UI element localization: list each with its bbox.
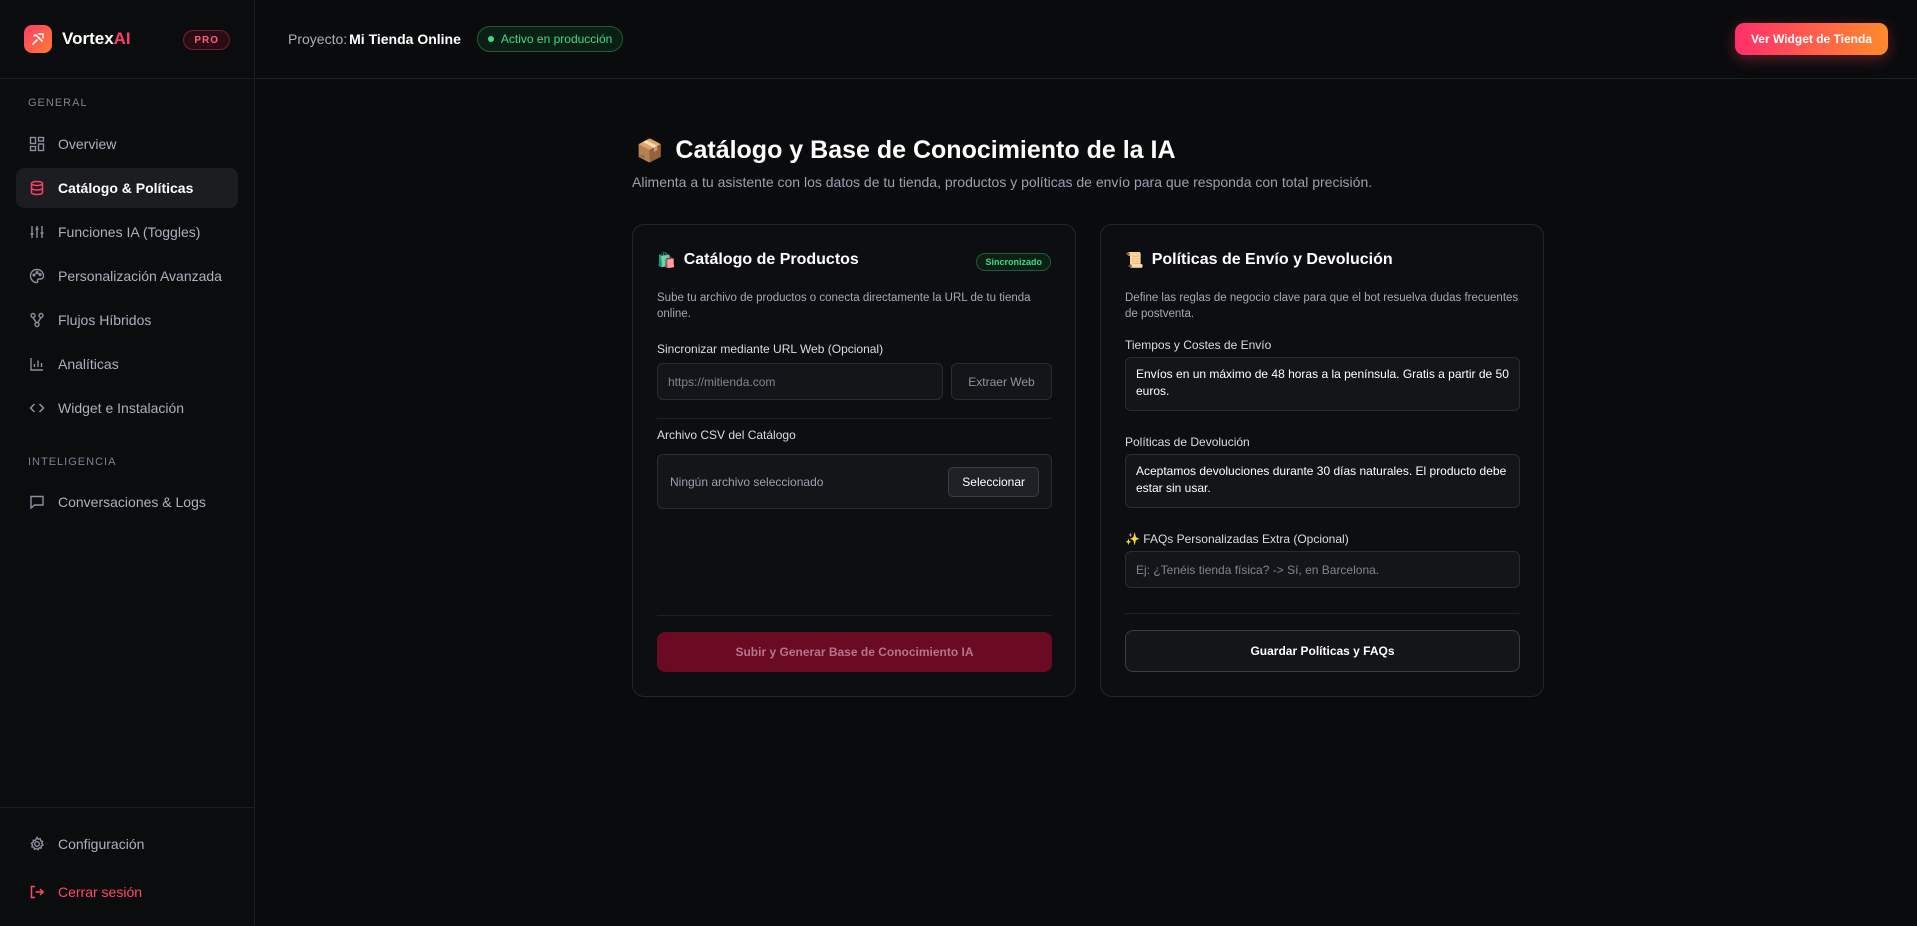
brand-name: VortexAI: [62, 29, 131, 49]
divider: [1125, 613, 1519, 614]
catalog-description: Sube tu archivo de productos o conecta d…: [657, 292, 1031, 320]
faq-input[interactable]: Ej: ¿Tenéis tienda física? -> Sí, en Bar…: [1125, 551, 1520, 588]
palette-icon: [28, 267, 46, 285]
sidebar-item-label: Flujos Híbridos: [58, 312, 152, 328]
logout-button[interactable]: Cerrar sesión: [16, 872, 238, 912]
catalog-title-text: Catálogo de Productos: [683, 251, 859, 268]
status-badge: Activo en producción: [476, 26, 624, 52]
upload-generate-button[interactable]: Subir y Generar Base de Conocimiento IA: [657, 632, 1052, 672]
flow-icon: [28, 311, 46, 329]
page-title: 📦 Catálogo y Base de Conocimiento de la …: [636, 136, 1176, 165]
grid-icon: [28, 135, 46, 153]
plan-badge: PRO: [183, 30, 230, 50]
sidebar-item-label: Widget e Instalación: [58, 400, 185, 416]
sidebar-item-settings[interactable]: Configuración: [16, 824, 238, 864]
status-text: Activo en producción: [500, 32, 613, 46]
url-field-label: Sincronizar mediante URL Web (Opcional): [657, 342, 884, 356]
divider: [657, 418, 1051, 419]
sidebar: VortexAI PRO GENERAL Overview Catálogo &…: [0, 0, 255, 926]
bar-chart-icon: [28, 355, 46, 373]
package-icon: 📦: [636, 137, 664, 163]
sidebar-item-widget[interactable]: Widget e Instalación: [16, 388, 238, 428]
shipping-textarea[interactable]: Envíos en un máximo de 48 horas a la pen…: [1125, 357, 1520, 411]
gear-icon: [28, 835, 46, 853]
sidebar-item-ai-functions[interactable]: Funciones IA (Toggles): [16, 212, 238, 252]
policies-card-title: 📜 Políticas de Envío y Devolución: [1125, 251, 1393, 269]
brand-name-accent: AI: [113, 29, 131, 48]
sidebar-item-label: Configuración: [58, 836, 145, 852]
code-icon: [28, 399, 46, 417]
policies-description: Define las reglas de negocio clave para …: [1125, 292, 1519, 320]
save-policies-button[interactable]: Guardar Políticas y FAQs: [1125, 630, 1520, 672]
view-widget-button[interactable]: Ver Widget de Tienda: [1734, 23, 1888, 55]
sidebar-item-conversations[interactable]: Conversaciones & Logs: [16, 482, 238, 522]
csv-file-input[interactable]: Ningún archivo seleccionado Seleccionar: [657, 454, 1052, 509]
policies-title-text: Políticas de Envío y Devolución: [1151, 251, 1393, 268]
nav-general: Overview Catálogo & Políticas Funciones …: [0, 124, 254, 428]
store-url-input[interactable]: https://mitienda.com: [657, 363, 943, 400]
sidebar-item-label: Funciones IA (Toggles): [58, 224, 201, 240]
catalog-card: 🛍️ Catálogo de Productos Sincronizado Su…: [632, 224, 1076, 697]
sidebar-footer: Configuración Cerrar sesión: [0, 807, 254, 912]
sliders-icon: [28, 223, 46, 241]
sidebar-item-customization[interactable]: Personalización Avanzada: [16, 256, 238, 296]
database-icon: [28, 179, 46, 197]
brand-logo-icon[interactable]: [24, 25, 52, 53]
sidebar-item-label: Analíticas: [58, 356, 119, 372]
csv-field-label: Archivo CSV del Catálogo: [657, 428, 796, 442]
file-status-text: Ningún archivo seleccionado: [670, 475, 824, 489]
catalog-card-title: 🛍️ Catálogo de Productos: [657, 251, 859, 269]
sidebar-item-hybrid-flows[interactable]: Flujos Híbridos: [16, 300, 238, 340]
logout-label: Cerrar sesión: [58, 884, 143, 900]
chat-icon: [28, 493, 46, 511]
returns-textarea[interactable]: Aceptamos devoluciones durante 30 días n…: [1125, 454, 1520, 508]
status-dot-icon: [487, 36, 494, 42]
select-file-button[interactable]: Seleccionar: [948, 467, 1039, 497]
sidebar-item-catalog[interactable]: Catálogo & Políticas: [16, 168, 238, 208]
policies-card: 📜 Políticas de Envío y Devolución Define…: [1100, 224, 1544, 697]
section-label-general: GENERAL: [28, 97, 88, 109]
returns-field-label: Políticas de Devolución: [1125, 435, 1250, 449]
scroll-icon: 📜: [1125, 252, 1144, 269]
page-title-text: Catálogo y Base de Conocimiento de la IA: [675, 136, 1176, 164]
divider: [657, 615, 1051, 616]
section-label-intelligence: INTELIGENCIA: [28, 456, 117, 468]
extract-web-button[interactable]: Extraer Web: [951, 363, 1052, 400]
nav-intelligence: Conversaciones & Logs: [0, 482, 254, 522]
sidebar-item-overview[interactable]: Overview: [16, 124, 238, 164]
topbar: Proyecto: Mi Tienda Online Activo en pro…: [256, 0, 1917, 79]
sidebar-item-label: Catálogo & Políticas: [58, 180, 194, 196]
project-name[interactable]: Mi Tienda Online: [349, 31, 461, 47]
sync-status-badge: Sincronizado: [976, 253, 1051, 271]
faq-field-label: ✨ FAQs Personalizadas Extra (Opcional): [1125, 532, 1349, 546]
shopping-bags-icon: 🛍️: [657, 252, 676, 269]
shipping-field-label: Tiempos y Costes de Envío: [1125, 338, 1272, 352]
sidebar-item-label: Overview: [58, 136, 117, 152]
brand-name-main: Vortex: [62, 29, 114, 48]
brand-header: VortexAI PRO: [0, 0, 254, 79]
sidebar-item-analytics[interactable]: Analíticas: [16, 344, 238, 384]
project-label: Proyecto:: [288, 31, 348, 47]
logout-icon: [28, 883, 46, 901]
sidebar-item-label: Conversaciones & Logs: [58, 494, 206, 510]
sidebar-item-label: Personalización Avanzada: [58, 268, 222, 284]
page-subtitle: Alimenta a tu asistente con los datos de…: [632, 174, 1373, 190]
